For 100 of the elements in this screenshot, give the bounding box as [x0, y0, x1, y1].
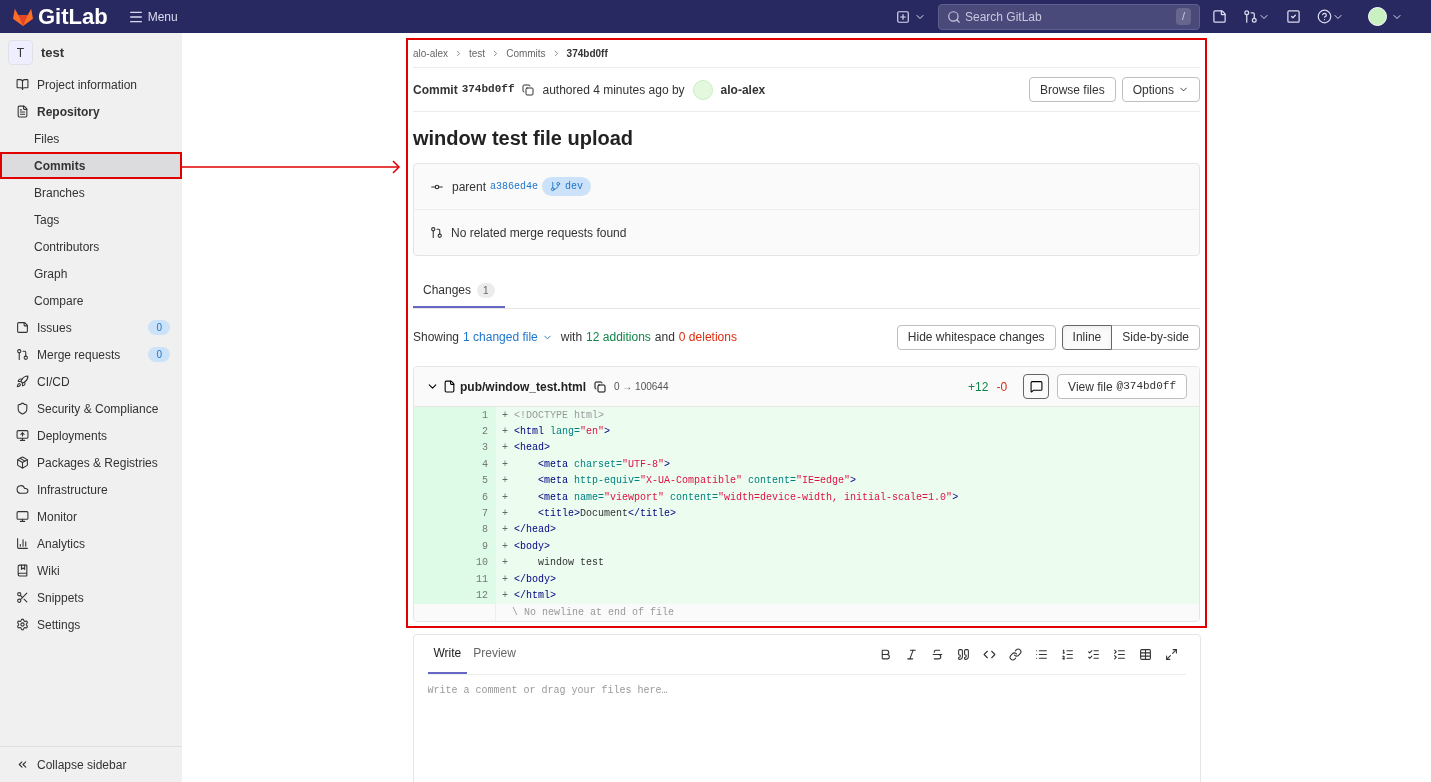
shield-icon [16, 402, 29, 415]
authored-text: authored 4 minutes ago by [542, 81, 685, 99]
user-menu-button[interactable] [1368, 7, 1403, 26]
view-mode-button[interactable]: Inline [1061, 324, 1113, 350]
changed-files-dropdown[interactable]: 1 changed file [463, 328, 553, 346]
parent-label: parent [452, 178, 487, 196]
commit-label: Commit [413, 81, 458, 99]
numbered-list-icon[interactable] [1060, 647, 1074, 661]
project-avatar[interactable]: T [8, 40, 33, 65]
author-link[interactable]: alo-alex [720, 80, 766, 99]
project-name[interactable]: test [41, 42, 65, 63]
merge-request-icon [16, 348, 29, 361]
scissors-icon [16, 591, 29, 604]
task-list-icon[interactable] [1086, 647, 1100, 661]
line-number[interactable]: 2 [414, 423, 496, 440]
sidebar-item[interactable]: Graph [0, 260, 182, 287]
strikethrough-icon[interactable] [930, 647, 944, 661]
merge-request-icon [430, 226, 443, 239]
collapsible-icon[interactable] [1112, 647, 1126, 661]
search-field[interactable]: Search GitLab / [938, 3, 1200, 30]
sidebar-item[interactable]: Deployments [0, 422, 182, 449]
comment-form[interactable]: Write Preview Write a comment or drag your files here… [412, 633, 1201, 782]
issues-icon[interactable] [1212, 9, 1227, 24]
sidebar-item[interactable]: Branches [0, 179, 182, 206]
sidebar-item[interactable]: Security & Compliance [0, 395, 182, 422]
with-label: with [560, 329, 583, 346]
sidebar-item[interactable]: Issues 0 [0, 314, 182, 341]
view-file-button[interactable]: View file @374bd0ff [1057, 374, 1187, 399]
settings-icon [16, 618, 29, 631]
sidebar-item[interactable]: Merge requests 0 [0, 341, 182, 368]
options-button[interactable]: Options [1121, 77, 1200, 102]
breadcrumb[interactable]: Commits [506, 46, 546, 61]
italic-icon[interactable] [904, 647, 918, 661]
sidebar-item[interactable]: Wiki [0, 557, 182, 584]
branch-badge[interactable]: dev [542, 177, 592, 196]
author-avatar [692, 79, 713, 100]
file-path[interactable]: pub/window_test.html [460, 377, 586, 396]
sidebar-item[interactable]: Settings [0, 611, 182, 638]
breadcrumb[interactable]: alo-alex [413, 46, 449, 61]
fullscreen-icon[interactable] [1164, 647, 1178, 661]
editor-tab[interactable]: Write [427, 634, 468, 674]
todo-icon[interactable] [1286, 9, 1301, 24]
sidebar-item[interactable]: Packages & Registries [0, 449, 182, 476]
file-icon [443, 380, 456, 393]
browse-files-button[interactable]: Browse files [1028, 77, 1116, 102]
view-mode-button[interactable]: Side-by-side [1111, 324, 1200, 350]
bar-chart-icon [16, 537, 29, 550]
sidebar-item[interactable]: Snippets [0, 584, 182, 611]
sidebar-item[interactable]: Compare [0, 287, 182, 314]
comment-button[interactable] [1023, 374, 1050, 399]
plus-icon [896, 9, 910, 24]
line-number[interactable]: 9 [414, 538, 496, 555]
shortcut-key: / [1175, 8, 1191, 25]
help-icon [1317, 9, 1332, 24]
count-badge: 0 [148, 320, 170, 335]
create-new-button[interactable] [896, 9, 926, 24]
sidebar-item[interactable]: Files [0, 125, 182, 152]
breadcrumb[interactable]: test [469, 46, 486, 61]
line-number[interactable]: 1 [414, 407, 496, 424]
sidebar-item[interactable]: Analytics [0, 530, 182, 557]
logo-text[interactable]: GitLab [38, 0, 108, 33]
deletions-count: 0 deletions [678, 329, 737, 346]
comment-icon [1029, 380, 1043, 393]
quote-icon[interactable] [956, 647, 970, 661]
copy-icon[interactable] [522, 83, 535, 96]
bullet-list-icon[interactable] [1034, 647, 1048, 661]
branch-icon [550, 181, 562, 192]
showing-label: Showing [413, 329, 460, 346]
deployments-icon [16, 429, 29, 442]
link-icon[interactable] [1008, 647, 1022, 661]
sidebar-item[interactable]: Monitor [0, 503, 182, 530]
no-newline-note: \ No newline at end of file [511, 605, 675, 620]
added-lines-count: +12 [968, 378, 989, 396]
sidebar-item[interactable]: Project information [0, 71, 182, 98]
line-number[interactable]: 4 [414, 456, 496, 473]
line-number[interactable]: 7 [414, 505, 496, 522]
menu-button[interactable]: Menu [127, 7, 178, 26]
breadcrumb[interactable]: 374bd0ff [566, 46, 608, 61]
sidebar-item[interactable]: Tags [0, 206, 182, 233]
chevrons-left-icon [16, 758, 29, 771]
wiki-icon [16, 564, 29, 577]
merge-request-icon [1243, 9, 1258, 24]
hide-whitespace-button[interactable]: Hide whitespace changes [896, 324, 1056, 350]
search-icon [947, 9, 961, 24]
comment-field[interactable]: Write a comment or drag your files here… [427, 674, 1186, 782]
editor-tab[interactable]: Preview [467, 634, 522, 674]
search-placeholder: Search GitLab [965, 8, 1043, 26]
sidebar-item[interactable]: Repository [0, 98, 182, 125]
sidebar-item[interactable]: Contributors [0, 233, 182, 260]
tab[interactable]: Changes 1 [413, 274, 505, 308]
merge-requests-button[interactable] [1243, 9, 1270, 24]
sidebar-item[interactable]: CI/CD [0, 368, 182, 395]
monitor-icon [16, 510, 29, 523]
sidebar-item[interactable]: Infrastructure [0, 476, 182, 503]
help-button[interactable] [1317, 9, 1344, 24]
copy-icon[interactable] [594, 380, 606, 393]
line-number[interactable]: 12 [414, 587, 496, 604]
parent-sha-link[interactable]: a386ed4e [490, 179, 539, 194]
table-icon[interactable] [1138, 647, 1152, 661]
collapse-sidebar-button[interactable]: Collapse sidebar [0, 746, 182, 782]
